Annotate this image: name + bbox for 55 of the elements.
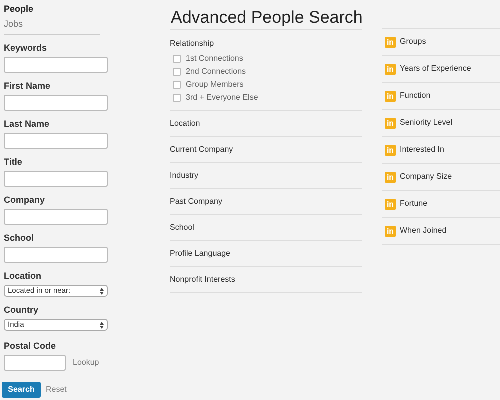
facet-heading[interactable]: School — [170, 222, 194, 234]
nav-link[interactable]: Jobs — [4, 17, 100, 32]
premium-badge: in — [385, 118, 396, 128]
input-field[interactable] — [4, 355, 66, 371]
facet-heading[interactable]: Past Company — [170, 196, 222, 208]
premium-badge: in — [385, 226, 396, 236]
input-field[interactable] — [4, 133, 108, 149]
input-field[interactable] — [4, 247, 108, 263]
field-label: Last Name — [4, 118, 51, 130]
updown-icon — [100, 288, 104, 294]
facet-heading[interactable]: Company Size — [400, 171, 452, 183]
checkbox-label: 3rd + Everyone Else — [186, 92, 258, 104]
premium-badge: in — [385, 36, 396, 48]
field-label: First Name — [4, 80, 52, 92]
facet-heading[interactable]: Interested In — [400, 144, 444, 156]
nav-link[interactable]: People — [4, 2, 100, 17]
field-label: School — [4, 232, 36, 244]
field-label: Country — [4, 304, 40, 316]
facet-heading[interactable]: When Joined — [400, 225, 447, 237]
checkbox[interactable] — [173, 94, 181, 102]
updown-icon — [100, 322, 104, 328]
facet-heading[interactable]: Nonprofit Interests — [170, 274, 236, 286]
checkbox-label: 1st Connections — [186, 52, 244, 64]
checkbox[interactable] — [173, 68, 181, 76]
field-label: Location — [4, 270, 42, 282]
checkbox[interactable] — [173, 54, 181, 62]
input-field[interactable] — [4, 95, 108, 111]
input-field[interactable] — [4, 57, 108, 73]
facet-heading[interactable]: Industry — [170, 170, 198, 182]
facet-heading[interactable]: Years of Experience — [400, 63, 472, 75]
premium-badge: in — [385, 144, 396, 156]
facet-heading[interactable]: Current Company — [170, 144, 234, 156]
premium-badge: in — [385, 64, 396, 74]
facet-heading[interactable]: Location — [170, 118, 200, 130]
checkbox-label: 2nd Connections — [186, 66, 246, 78]
facet-heading[interactable]: Fortune — [400, 198, 428, 210]
field-label: Company — [4, 194, 46, 206]
search-button[interactable]: Search — [2, 382, 41, 398]
checkbox[interactable] — [173, 80, 181, 88]
facet-heading[interactable]: Groups — [400, 36, 426, 48]
input-field[interactable] — [4, 171, 108, 187]
premium-badge: in — [385, 90, 396, 102]
lookup-link[interactable]: Lookup — [73, 357, 100, 369]
facet-heading[interactable]: Function — [400, 90, 431, 102]
field-label: Postal Code — [4, 340, 58, 352]
facet-heading[interactable]: Seniority Level — [400, 117, 452, 129]
field-label: Keywords — [4, 42, 48, 54]
premium-badge: in — [385, 172, 396, 182]
field-label: Title — [4, 156, 24, 168]
premium-badge: in — [385, 198, 396, 210]
checkbox-label: Group Members — [186, 78, 244, 90]
facet-heading[interactable]: Profile Language — [170, 248, 230, 260]
input-field[interactable] — [4, 209, 108, 225]
facet-heading: Relationship — [170, 38, 216, 49]
page-title: Advanced People Search — [170, 8, 362, 30]
